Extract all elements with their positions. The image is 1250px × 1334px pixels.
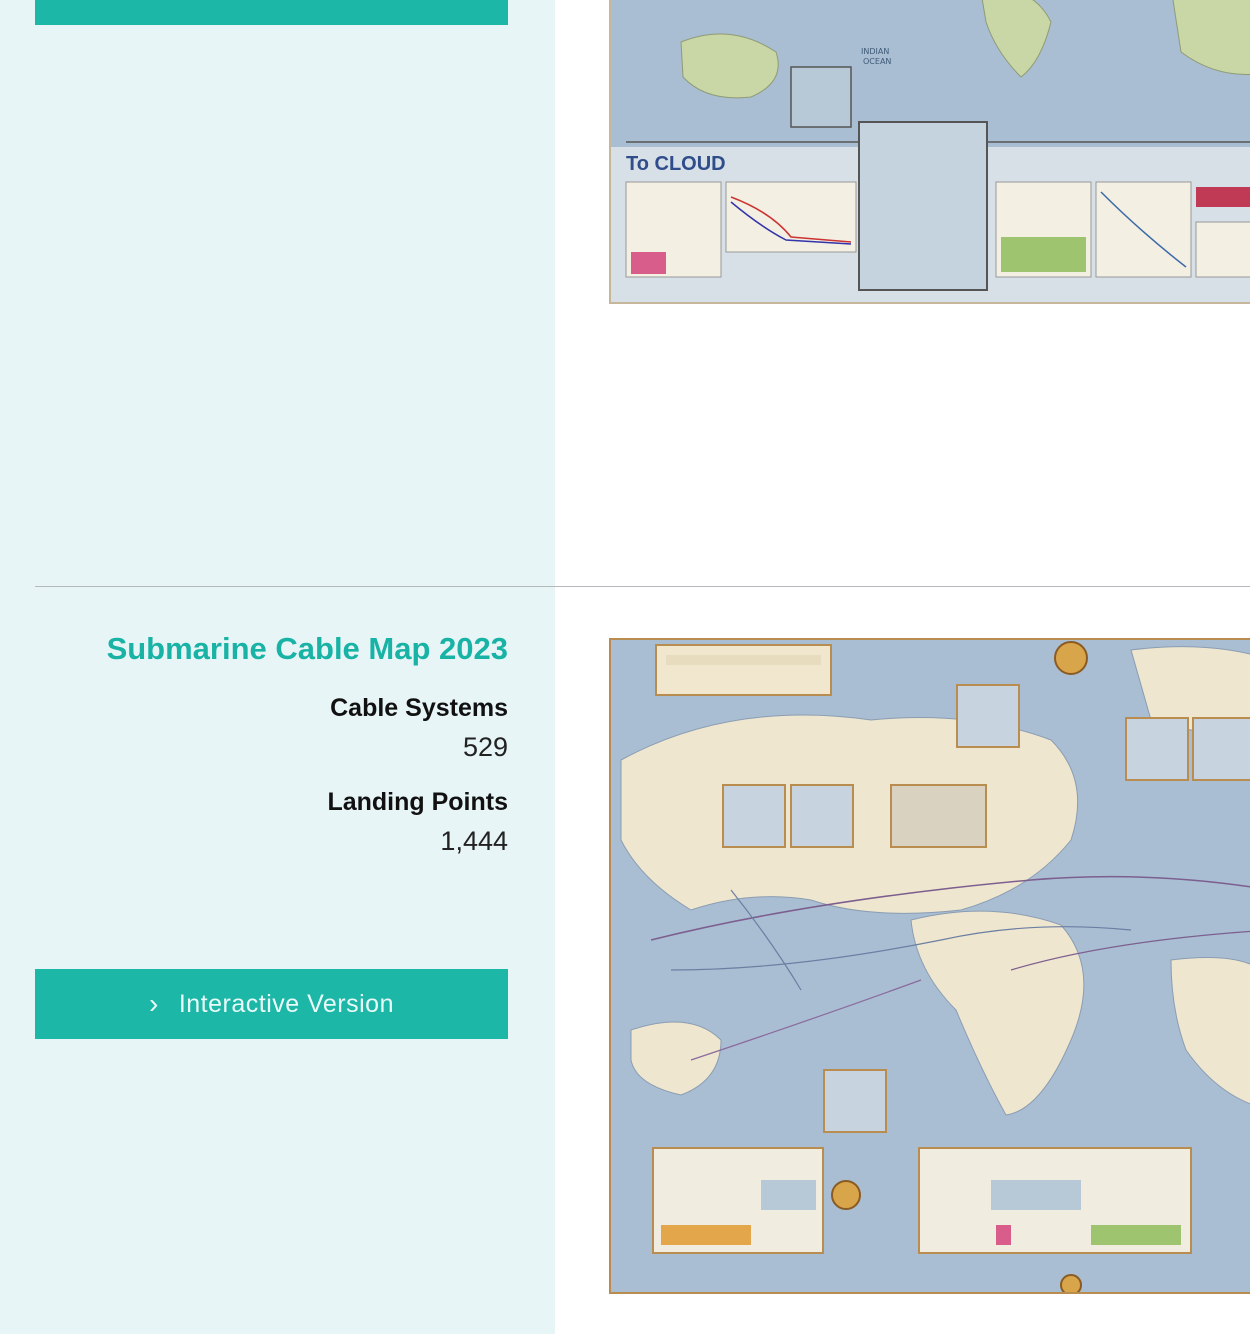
top-map-illustration: INDIAN OCEAN To CLOUD xyxy=(611,0,1250,302)
stat-label-landing-points: Landing Points xyxy=(327,788,508,816)
stat-value-landing-points: 1,444 xyxy=(440,826,508,856)
interactive-version-button[interactable]: › Interactive Version xyxy=(35,969,508,1039)
thumbnail-caption: To CLOUD xyxy=(626,153,726,175)
entry-title: Submarine Cable Map 2023 xyxy=(106,631,508,666)
svg-text:INDIAN: INDIAN xyxy=(861,47,889,56)
chevron-right-icon: › xyxy=(149,988,159,1019)
stat-label-cable-systems: Cable Systems xyxy=(330,694,508,722)
section-divider xyxy=(35,586,1250,587)
top-entry-thumbnail[interactable]: INDIAN OCEAN To CLOUD xyxy=(609,0,1250,304)
stat-value-cable-systems: 529 xyxy=(462,732,508,762)
world-cable-map-illustration xyxy=(611,640,1250,1292)
interactive-version-label: Interactive Version xyxy=(178,989,394,1018)
cable-map-thumbnail[interactable] xyxy=(609,638,1250,1294)
top-entry-button[interactable] xyxy=(35,0,508,25)
entry-info: Submarine Cable Map 2023 Cable Systems 5… xyxy=(35,628,508,858)
svg-text:OCEAN: OCEAN xyxy=(863,57,891,66)
